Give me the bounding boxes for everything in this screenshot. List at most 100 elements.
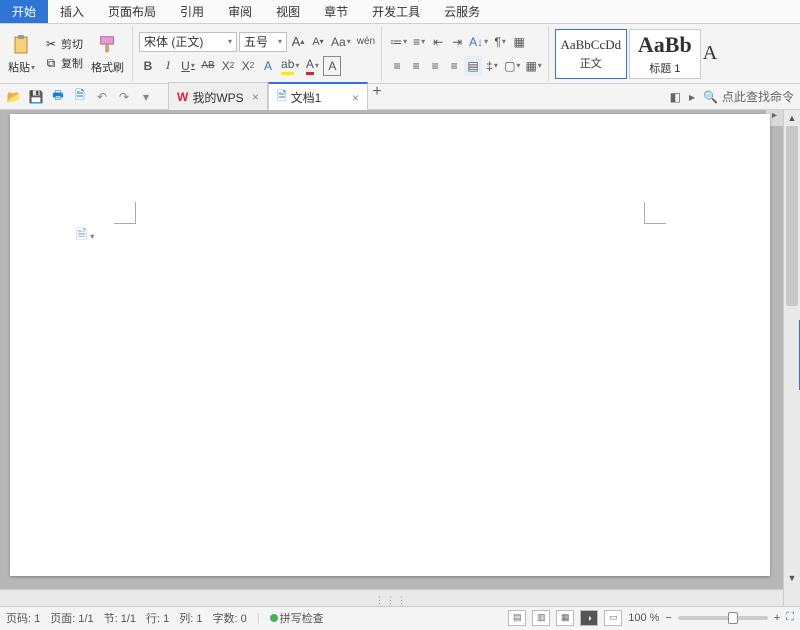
menu-tab-devtools[interactable]: 开发工具: [360, 0, 432, 23]
status-chars[interactable]: 字数: 0: [213, 610, 247, 626]
view-outline[interactable]: ▥: [532, 610, 550, 626]
status-col[interactable]: 列: 1: [179, 610, 202, 626]
menu-tab-view[interactable]: 视图: [264, 0, 312, 23]
vertical-scrollbar[interactable]: ▲ ▼: [783, 110, 800, 606]
align-right-button[interactable]: ≡: [426, 56, 444, 76]
paste-icon[interactable]: [9, 32, 35, 58]
show-marks-button[interactable]: ¶▾: [491, 32, 509, 52]
print-icon[interactable]: 🖶: [50, 86, 66, 107]
italic-button[interactable]: I: [159, 56, 177, 76]
close-tab-icon[interactable]: ×: [252, 90, 259, 104]
margin-corner-tr: [644, 202, 666, 224]
nav-icon2[interactable]: ▸: [689, 90, 695, 104]
bullets-button[interactable]: ≔▾: [388, 32, 409, 52]
horizontal-scrollbar[interactable]: ⋮⋮⋮: [0, 589, 783, 606]
clear-format-button[interactable]: A: [259, 56, 277, 76]
style-name: 标题 1: [649, 60, 680, 76]
menu-tab-start[interactable]: 开始: [0, 0, 48, 23]
paste-label[interactable]: 粘贴▾: [8, 59, 35, 75]
strike-button[interactable]: AB: [199, 56, 217, 76]
line-spacing-button[interactable]: ‡▾: [483, 56, 501, 76]
style-normal[interactable]: AaBbCcDd 正文: [555, 29, 627, 79]
align-left-button[interactable]: ≡: [388, 56, 406, 76]
fullscreen-icon[interactable]: ⛶: [786, 611, 794, 624]
doctab-doc1[interactable]: 🗎文档1 ×: [268, 82, 368, 111]
font-color-button[interactable]: A▾: [303, 56, 321, 76]
doctab-mywps[interactable]: W我的WPS ×: [168, 82, 268, 111]
highlight-button[interactable]: ab▾: [279, 56, 301, 76]
status-section[interactable]: 节: 1/1: [104, 610, 136, 626]
zoom-value[interactable]: 100 %: [628, 612, 659, 624]
view-print-layout[interactable]: ▤: [508, 610, 526, 626]
menu-tab-cloud[interactable]: 云服务: [432, 0, 492, 23]
style-more[interactable]: A: [703, 42, 717, 65]
zoom-slider[interactable]: [678, 616, 768, 620]
change-case-button[interactable]: Aa▾: [329, 32, 353, 52]
qat-more-icon[interactable]: ▾: [138, 90, 154, 104]
align-center-button[interactable]: ≡: [407, 56, 425, 76]
scroll-up-icon[interactable]: ▲: [784, 110, 800, 126]
menu-tab-review[interactable]: 审阅: [216, 0, 264, 23]
nav-icon1[interactable]: ◧: [670, 90, 681, 104]
menu-tab-references[interactable]: 引用: [168, 0, 216, 23]
align-justify-button[interactable]: ≡: [445, 56, 463, 76]
status-bar: 页码: 1 页面: 1/1 节: 1/1 行: 1 列: 1 字数: 0 | 拼…: [0, 606, 800, 628]
view-draft[interactable]: ▭: [604, 610, 622, 626]
style-preview: AaBbCcDd: [560, 37, 621, 53]
sort-button[interactable]: A↓▾: [467, 32, 490, 52]
grow-font-button[interactable]: A▴: [289, 32, 307, 52]
zoom-out-button[interactable]: −: [665, 612, 671, 624]
splitter-grip[interactable]: ⋮⋮⋮: [375, 595, 408, 606]
borders-button[interactable]: ▦▾: [523, 56, 543, 76]
search-command[interactable]: 🔍点此查找命令: [703, 88, 794, 105]
shrink-font-button[interactable]: A▾: [309, 32, 327, 52]
redo-icon[interactable]: ↷: [116, 90, 132, 104]
cut-button[interactable]: ✂剪切: [41, 35, 85, 53]
subscript-button[interactable]: X2: [239, 56, 257, 76]
view-web[interactable]: ▦: [556, 610, 574, 626]
scroll-down-icon[interactable]: ▼: [784, 570, 800, 586]
page[interactable]: 🗎▾: [10, 114, 770, 576]
copy-button[interactable]: ⧉复制: [41, 54, 85, 72]
undo-icon[interactable]: ↶: [94, 90, 110, 104]
status-line[interactable]: 行: 1: [146, 610, 169, 626]
menu-tab-sections[interactable]: 章节: [312, 0, 360, 23]
scroll-thumb[interactable]: [786, 126, 798, 306]
ribbon-group-font: 宋体 (正文)▾ 五号▾ A▴ A▾ Aa▾ wén B I U▾ AB X2 …: [135, 26, 382, 81]
underline-button[interactable]: U▾: [179, 56, 197, 76]
search-icon: 🔍: [703, 90, 718, 104]
numbering-button[interactable]: ≡▾: [410, 32, 428, 52]
open-icon[interactable]: 📂: [6, 90, 22, 104]
canvas[interactable]: ▸ 🗎▾ ⋮⋮⋮: [0, 110, 783, 606]
format-painter-label[interactable]: 格式刷: [91, 59, 124, 75]
status-spellcheck[interactable]: 拼写检查: [270, 610, 324, 626]
decrease-indent-button[interactable]: ⇤: [429, 32, 447, 52]
increase-indent-button[interactable]: ⇥: [448, 32, 466, 52]
menu-tab-layout[interactable]: 页面布局: [96, 0, 168, 23]
font-name-combo[interactable]: 宋体 (正文)▾: [139, 32, 237, 52]
font-size-combo[interactable]: 五号▾: [239, 32, 287, 52]
save-icon[interactable]: 💾: [28, 90, 44, 104]
superscript-button[interactable]: X2: [219, 56, 237, 76]
page-properties-icon[interactable]: 🗎▾: [76, 224, 94, 248]
distribute-button[interactable]: ▤: [464, 56, 482, 76]
status-pagenum[interactable]: 页码: 1: [6, 610, 40, 626]
view-reading[interactable]: ◑: [580, 610, 598, 626]
status-pages[interactable]: 页面: 1/1: [50, 610, 93, 626]
menu-tab-insert[interactable]: 插入: [48, 0, 96, 23]
style-heading1[interactable]: AaBb 标题 1: [629, 29, 701, 79]
grid-button[interactable]: ▦: [510, 32, 528, 52]
close-tab-icon[interactable]: ×: [352, 91, 359, 105]
copy-icon: ⧉: [43, 55, 59, 71]
scissors-icon: ✂: [43, 36, 59, 52]
zoom-in-button[interactable]: +: [774, 612, 780, 624]
workspace: ▸ 🗎▾ ⋮⋮⋮ ▲ ▼: [0, 110, 800, 606]
char-border-button[interactable]: A: [323, 56, 341, 76]
phonetic-button[interactable]: wén: [355, 32, 377, 52]
new-tab-button[interactable]: +: [368, 82, 386, 102]
zoom-knob[interactable]: [728, 612, 738, 624]
bold-button[interactable]: B: [139, 56, 157, 76]
format-painter-icon[interactable]: [95, 32, 121, 58]
shading-button[interactable]: ▢▾: [502, 56, 522, 76]
print-preview-icon[interactable]: 🗎: [72, 86, 88, 107]
